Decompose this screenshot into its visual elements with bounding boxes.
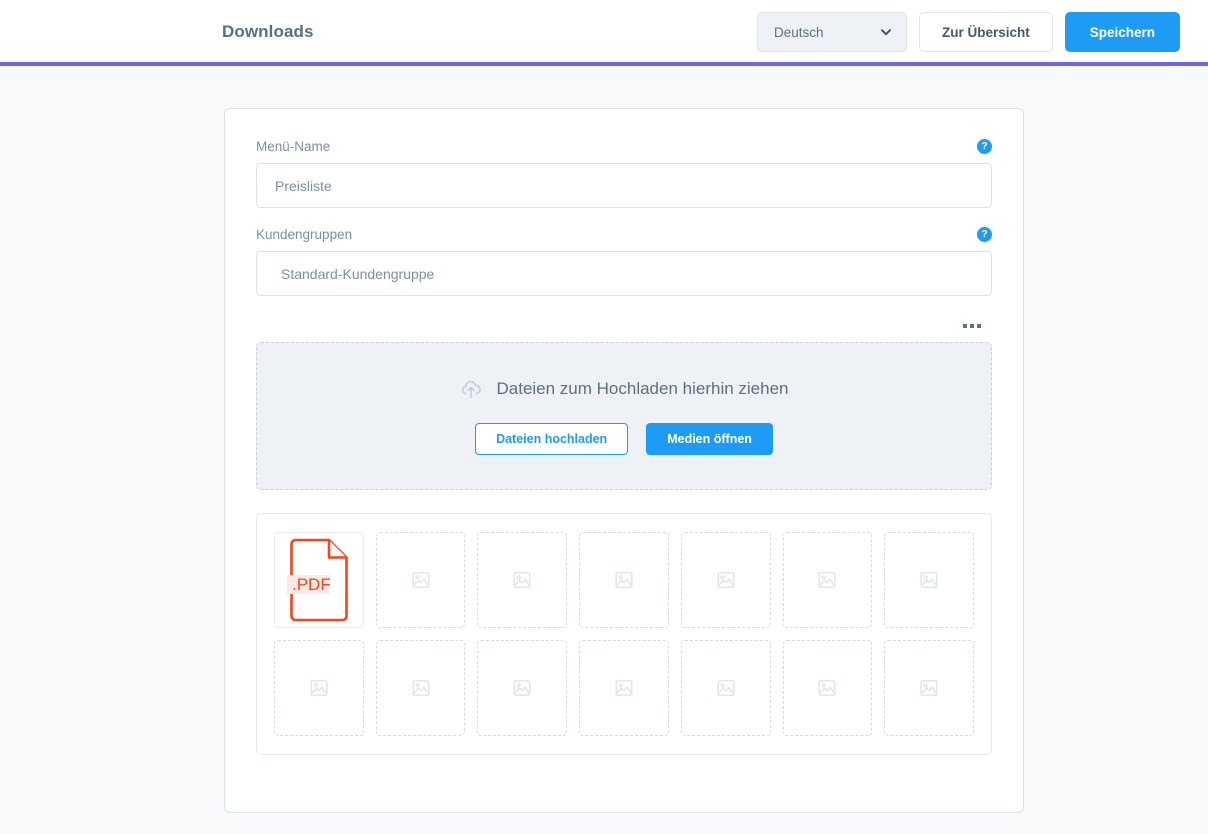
media-toolbar <box>256 296 992 342</box>
image-placeholder-icon <box>717 679 735 697</box>
customer-groups-label: Kundengruppen <box>256 227 353 242</box>
image-placeholder-icon <box>412 679 430 697</box>
media-cell-empty[interactable] <box>274 640 364 736</box>
pdf-file-icon: .PDF <box>286 538 351 622</box>
file-dropzone[interactable]: Dateien zum Hochladen hierhin ziehen Dat… <box>256 342 992 490</box>
image-placeholder-icon <box>818 571 836 589</box>
chevron-down-icon <box>880 26 892 38</box>
media-cell-empty[interactable] <box>477 532 568 628</box>
media-cell-empty[interactable] <box>579 532 669 628</box>
media-cell-empty[interactable] <box>375 640 466 736</box>
image-placeholder-icon <box>920 679 938 697</box>
image-placeholder-icon <box>818 679 836 697</box>
media-cell-empty[interactable] <box>884 640 974 736</box>
image-placeholder-icon <box>920 571 938 589</box>
menu-name-label: Menü-Name <box>256 139 331 154</box>
dot <box>970 324 974 328</box>
open-media-button[interactable]: Medien öffnen <box>646 423 773 455</box>
customer-groups-input[interactable] <box>256 251 992 296</box>
language-select-value: Deutsch <box>773 24 824 40</box>
menu-name-label-row: Menü-Name ? <box>256 139 992 154</box>
menu-name-input[interactable] <box>256 163 992 208</box>
dot <box>963 324 967 328</box>
image-placeholder-icon <box>615 679 633 697</box>
field-spacer <box>256 208 992 227</box>
media-grid-panel: .PDF <box>256 513 992 755</box>
media-cell-empty[interactable] <box>884 532 974 628</box>
media-cell-empty[interactable] <box>680 532 771 628</box>
media-cell-empty[interactable] <box>477 640 568 736</box>
content-card: Menü-Name ? Kundengruppen ? <box>224 108 1024 813</box>
question-mark-icon[interactable]: ? <box>977 139 992 154</box>
image-placeholder-icon <box>412 571 430 589</box>
image-placeholder-icon <box>717 571 735 589</box>
dropzone-text: Dateien zum Hochladen hierhin ziehen <box>496 379 789 398</box>
media-cell-pdf[interactable]: .PDF <box>274 532 364 628</box>
media-cell-empty[interactable] <box>375 532 466 628</box>
question-mark-icon[interactable]: ? <box>977 227 992 242</box>
customer-groups-field-block: Kundengruppen ? <box>256 227 992 296</box>
language-select[interactable]: Deutsch <box>756 12 907 52</box>
media-cell-empty[interactable] <box>579 640 669 736</box>
more-options-icon[interactable] <box>961 320 983 332</box>
image-placeholder-icon <box>513 679 531 697</box>
page-title: Downloads <box>222 22 314 41</box>
upload-files-button[interactable]: Dateien hochladen <box>475 423 629 455</box>
image-placeholder-icon <box>310 679 328 697</box>
dot <box>977 324 981 328</box>
customer-groups-label-row: Kundengruppen ? <box>256 227 992 242</box>
app-header: Downloads Deutsch Zur Übersicht Speicher… <box>0 0 1208 66</box>
image-placeholder-icon <box>513 571 531 589</box>
cloud-upload-icon <box>459 377 483 401</box>
media-grid: .PDF <box>274 532 974 736</box>
header-actions: Deutsch Zur Übersicht Speichern <box>756 12 1180 52</box>
svg-text:.PDF: .PDF <box>292 575 331 594</box>
go-to-overview-button[interactable]: Zur Übersicht <box>918 12 1053 52</box>
menu-name-field-block: Menü-Name ? <box>256 139 992 208</box>
save-button[interactable]: Speichern <box>1064 12 1180 52</box>
media-cell-empty[interactable] <box>680 640 771 736</box>
media-cell-empty[interactable] <box>782 640 873 736</box>
header-accent-bar <box>0 62 1208 66</box>
dropzone-buttons: Dateien hochladen Medien öffnen <box>475 423 773 455</box>
dropzone-heading: Dateien zum Hochladen hierhin ziehen <box>459 377 789 401</box>
media-cell-empty[interactable] <box>782 532 873 628</box>
image-placeholder-icon <box>615 571 633 589</box>
